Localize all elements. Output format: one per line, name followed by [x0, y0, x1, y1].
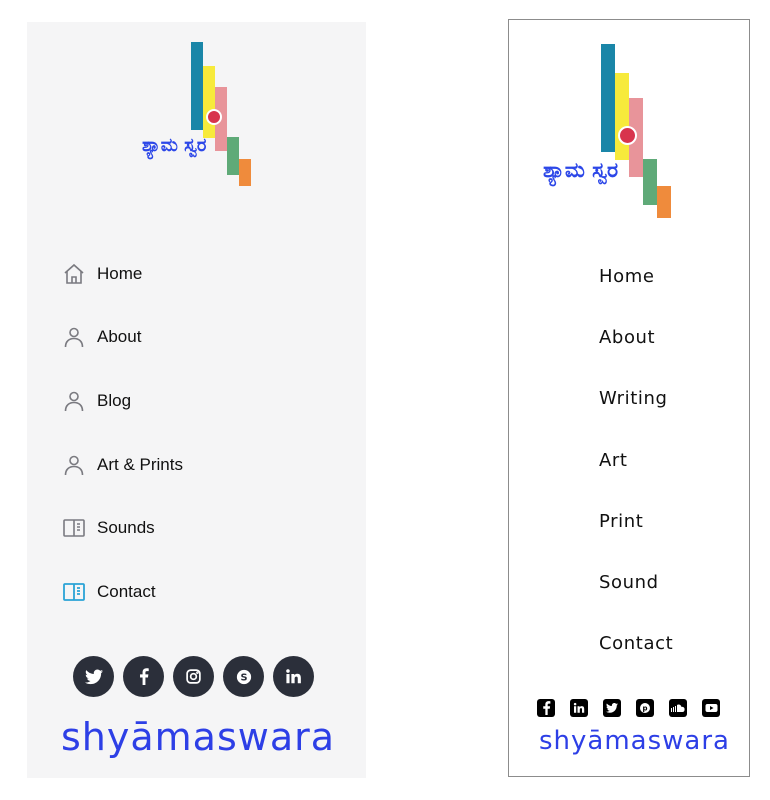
right-sidebar: ಶ್ಯಾಮ ಸ್ವರ Home About Writing Art Print … [508, 19, 750, 777]
nav-item-contact[interactable]: Contact [61, 560, 341, 624]
linkedin-icon[interactable] [570, 699, 588, 717]
social-links-left: S [73, 656, 314, 697]
facebook-icon[interactable] [537, 699, 555, 717]
nav-item-contact[interactable]: Contact [599, 613, 739, 674]
logo-teal-bar [191, 42, 203, 130]
nav-item-about[interactable]: About [599, 307, 739, 368]
logo-teal-bar [601, 44, 615, 152]
user-icon [61, 324, 87, 350]
logo-yellow-bar [615, 73, 629, 160]
nav-item-about[interactable]: About [61, 306, 341, 370]
home-icon [61, 261, 87, 287]
left-nav-menu: Home About Blog Art & Prints Sounds Cont… [61, 242, 341, 624]
logo-orange-bar [239, 159, 251, 186]
user-icon [61, 388, 87, 414]
nav-item-sound[interactable]: Sound [599, 552, 739, 613]
book-icon [61, 515, 87, 541]
logo-yellow-bar [203, 66, 215, 138]
nav-item-blog[interactable]: Blog [61, 369, 341, 433]
nav-label-blog: Blog [97, 390, 132, 410]
book-icon [61, 579, 87, 605]
brand-wordmark: shyāmaswara [61, 715, 336, 759]
nav-item-print[interactable]: Print [599, 491, 739, 552]
site-logo[interactable]: ಶ್ಯಾಮ ಸ್ವರ [543, 44, 673, 219]
nav-label-sounds: Sounds [97, 518, 155, 538]
right-nav-menu: Home About Writing Art Print Sound Conta… [599, 246, 739, 674]
nav-item-home[interactable]: Home [599, 246, 739, 307]
nav-label-contact: Contact [97, 581, 156, 601]
logo-red-dot [618, 126, 637, 145]
youtube-icon[interactable] [702, 699, 720, 717]
nav-label-art-prints: Art & Prints [97, 454, 183, 474]
nav-item-sounds[interactable]: Sounds [61, 496, 341, 560]
brand-wordmark: shyāmaswara [539, 726, 730, 756]
svg-text:S: S [240, 672, 247, 683]
skype-icon[interactable]: S [223, 656, 264, 697]
instagram-icon[interactable] [173, 656, 214, 697]
nav-item-writing[interactable]: Writing [599, 368, 739, 429]
nav-item-home[interactable]: Home [61, 242, 341, 306]
nav-label-about: About [97, 327, 142, 347]
twitter-icon[interactable] [603, 699, 621, 717]
nav-item-art-prints[interactable]: Art & Prints [61, 433, 341, 497]
facebook-icon[interactable] [123, 656, 164, 697]
logo-red-dot [206, 109, 222, 125]
logo-orange-bar [657, 186, 671, 218]
twitter-icon[interactable] [73, 656, 114, 697]
svg-text:p: p [642, 705, 647, 713]
site-logo[interactable]: ಶ್ಯಾಮ ಸ್ವರ [142, 42, 262, 187]
pinterest-icon[interactable]: p [636, 699, 654, 717]
linkedin-icon[interactable] [273, 656, 314, 697]
nav-item-art[interactable]: Art [599, 430, 739, 491]
soundcloud-icon[interactable] [669, 699, 687, 717]
social-links-right: p [537, 699, 720, 717]
left-sidebar: ಶ್ಯಾಮ ಸ್ವರ Home About Blog Art & Prints … [27, 22, 366, 778]
logo-kannada-text: ಶ್ಯಾಮ ಸ್ವರ [142, 135, 207, 156]
nav-label-home: Home [97, 263, 143, 283]
logo-kannada-text: ಶ್ಯಾಮ ಸ್ವರ [543, 158, 619, 182]
logo-green-bar [643, 159, 657, 205]
user-icon [61, 452, 87, 478]
